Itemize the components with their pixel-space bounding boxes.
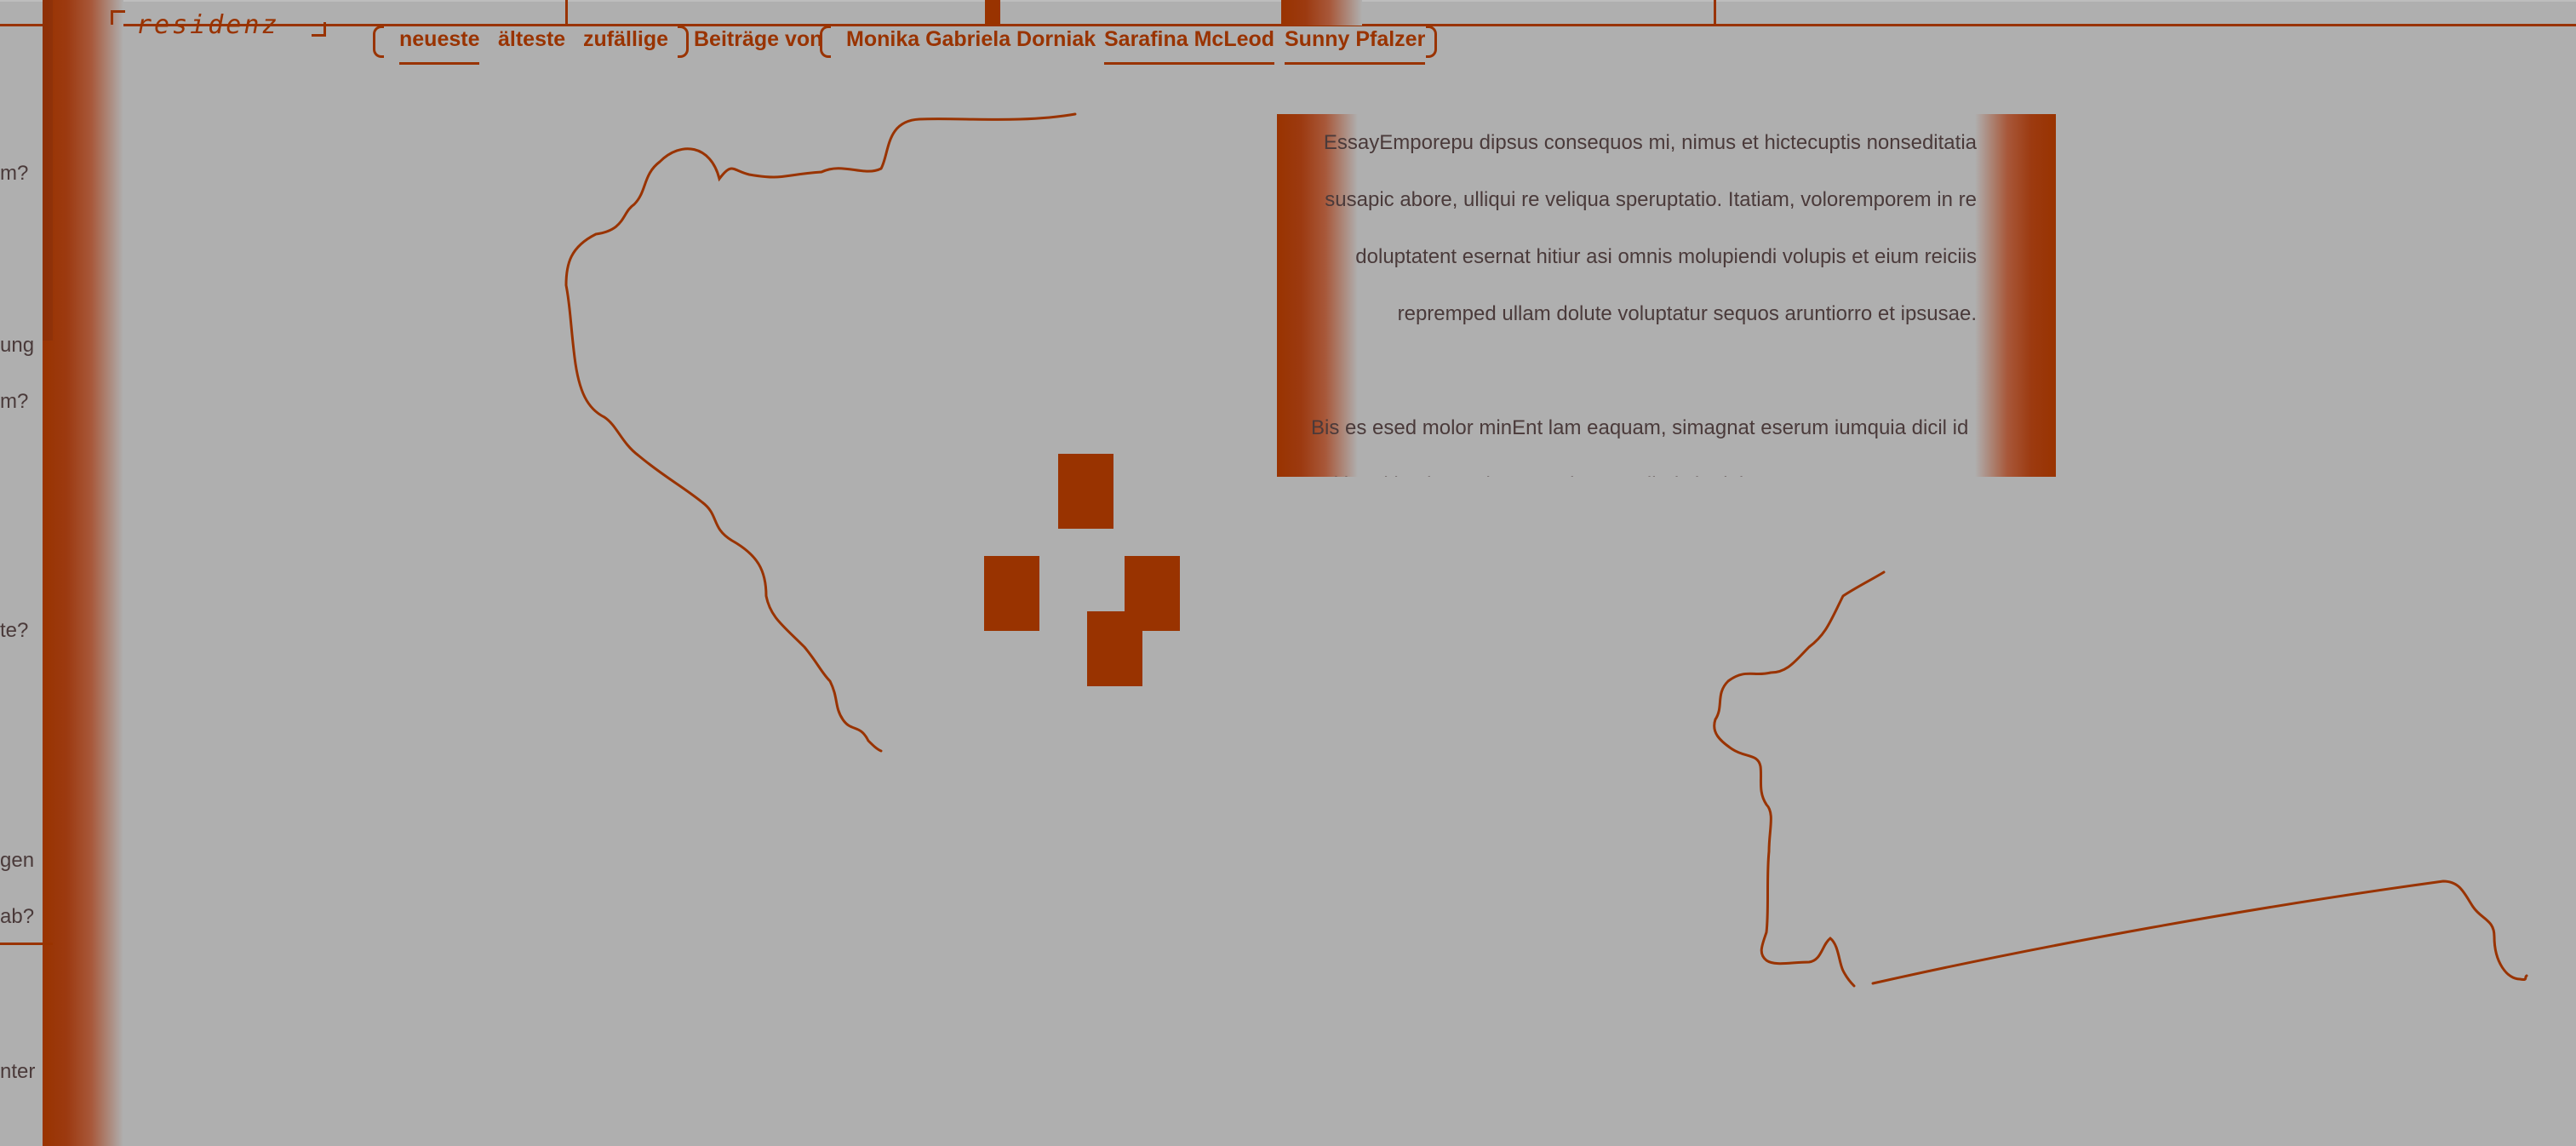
- article-paragraph: EssayEmporepu dipsus consequos mi, nimus…: [1323, 131, 1977, 325]
- article-right-bar: [1975, 114, 2056, 477]
- drawn-line-left: [564, 112, 1077, 753]
- decorative-square: [1087, 611, 1142, 686]
- decorative-square: [1058, 454, 1113, 529]
- drawn-line-right: [1713, 570, 2528, 988]
- article-paragraph: Bis es esed molor minEnt lam eaquam, sim…: [1311, 416, 1969, 477]
- decorative-square: [984, 556, 1039, 631]
- article-excerpt[interactable]: EssayEmporepu dipsus consequos mi, nimus…: [1277, 114, 2056, 477]
